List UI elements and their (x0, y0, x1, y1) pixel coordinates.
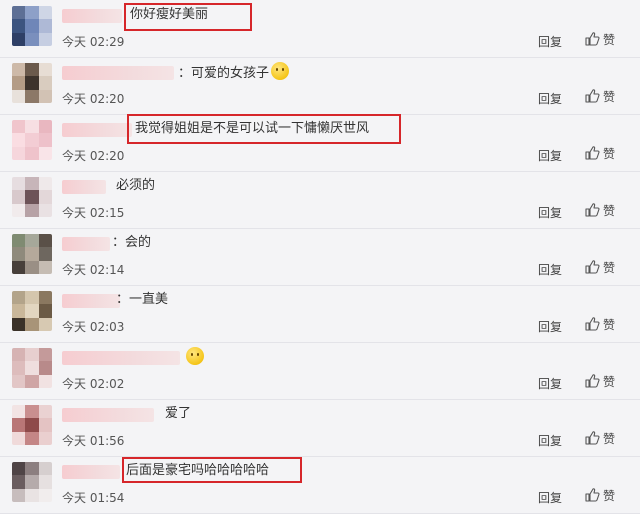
thumbs-up-icon (585, 317, 600, 331)
reply-button[interactable]: 回复 (538, 147, 562, 164)
comment-timestamp: 今天 02:03 (62, 320, 125, 334)
comment-text: 爱了 (165, 404, 191, 424)
avatar[interactable] (12, 234, 52, 274)
like-label: 赞 (603, 317, 616, 332)
reply-button[interactable]: 回复 (538, 432, 562, 449)
comment-text-content: 后面是豪宅吗哈哈哈哈哈 (126, 463, 270, 478)
comment-text-content: ：可爱的女孩子 (178, 66, 270, 81)
comment-row: 必须的今天 02:15 回复 赞 (0, 171, 640, 229)
avatar[interactable] (12, 348, 52, 388)
thumbs-up-icon (585, 32, 600, 46)
blurred-username[interactable] (62, 294, 120, 308)
blurred-username[interactable] (62, 9, 122, 23)
avatar[interactable] (12, 120, 52, 160)
thumbs-up-icon (585, 374, 600, 388)
like-button[interactable]: 赞 (584, 485, 615, 505)
thumbs-up-icon (585, 260, 600, 274)
comment-timestamp: 今天 01:56 (62, 434, 125, 448)
comment-list: 你好瘦好美丽 今天 02:29 回复赞：可爱的女孩子 今天 02:20 回复赞我觉得姐姐… (0, 0, 640, 514)
blurred-username[interactable] (62, 408, 154, 422)
comment-text: ：可爱的女孩子 (178, 62, 290, 84)
avatar[interactable] (12, 405, 52, 445)
thumbs-up-icon (585, 203, 600, 217)
avatar[interactable] (12, 6, 52, 46)
comment-timestamp: 今天 02:02 (62, 377, 125, 391)
thumbs-up-icon (585, 146, 600, 160)
comment-text-content: 爱了 (165, 406, 192, 421)
comment-text-content: ：一直美 (116, 292, 169, 307)
comment-row: ：会的今天 02:14 回复 赞 (0, 228, 640, 286)
comment-timestamp: 今天 02:15 (62, 206, 125, 220)
like-button[interactable]: 赞 (584, 86, 615, 106)
like-button[interactable]: 赞 (584, 200, 615, 220)
like-label: 赞 (603, 431, 616, 446)
comment-row: 你好瘦好美丽 今天 02:29 回复 赞 (0, 0, 640, 58)
thumbs-up-icon (585, 431, 600, 445)
reply-button[interactable]: 回复 (538, 318, 562, 335)
comment-text: 你好瘦好美丽 (130, 5, 208, 25)
comment-text (184, 347, 204, 369)
comment-row: 后面是豪宅吗哈哈哈哈哈 今天 01:54 回复 赞 (0, 456, 640, 514)
comment-timestamp: 今天 01:54 (62, 491, 125, 505)
like-button[interactable]: 赞 (584, 314, 615, 334)
comment-row: ：可爱的女孩子今天 02:20 回复 赞 (0, 57, 640, 115)
like-button[interactable]: 赞 (584, 371, 615, 391)
comment-text-content: 必须的 (116, 178, 156, 193)
reply-button[interactable]: 回复 (538, 375, 562, 392)
comment-text: 我觉得姐姐是不是可以试一下慵懒厌世风 (135, 119, 369, 139)
comment-text: ：一直美 (116, 290, 168, 310)
reply-button[interactable]: 回复 (538, 204, 562, 221)
reply-button[interactable]: 回复 (538, 261, 562, 278)
comment-row: 爱了今天 01:56 回复 赞 (0, 399, 640, 457)
reply-button[interactable]: 回复 (538, 489, 562, 506)
smiley-emoji-icon (271, 62, 290, 80)
smiley-emoji-icon (186, 347, 204, 365)
comment-text: 后面是豪宅吗哈哈哈哈哈 (126, 461, 269, 481)
like-button[interactable]: 赞 (584, 143, 615, 163)
like-label: 赞 (603, 32, 616, 47)
like-button[interactable]: 赞 (584, 257, 615, 277)
reply-button[interactable]: 回复 (538, 90, 562, 107)
blurred-username[interactable] (62, 465, 120, 479)
comment-row: 今天 02:02 回复 赞 (0, 342, 640, 400)
comment-text: 必须的 (116, 176, 155, 196)
like-label: 赞 (603, 89, 616, 104)
comment-text-content: 你好瘦好美丽 (130, 7, 209, 22)
comment-text-content: 我觉得姐姐是不是可以试一下慵懒厌世风 (135, 121, 370, 136)
blurred-username[interactable] (62, 123, 132, 137)
thumbs-up-icon (585, 89, 600, 103)
like-button[interactable]: 赞 (584, 29, 615, 49)
comment-timestamp: 今天 02:29 (62, 35, 125, 49)
reply-button[interactable]: 回复 (538, 33, 562, 50)
like-label: 赞 (603, 146, 616, 161)
comment-text-content: ：会的 (112, 235, 152, 250)
like-label: 赞 (603, 488, 616, 503)
blurred-username[interactable] (62, 180, 106, 194)
comment-row: ：一直美今天 02:03 回复 赞 (0, 285, 640, 343)
like-label: 赞 (603, 374, 616, 389)
like-label: 赞 (603, 203, 616, 218)
comment-timestamp: 今天 02:20 (62, 92, 125, 106)
avatar[interactable] (12, 177, 52, 217)
blurred-username[interactable] (62, 66, 174, 80)
avatar[interactable] (12, 291, 52, 331)
comment-timestamp: 今天 02:14 (62, 263, 125, 277)
avatar[interactable] (12, 462, 52, 502)
like-label: 赞 (603, 260, 616, 275)
like-button[interactable]: 赞 (584, 428, 615, 448)
comment-text: ：会的 (112, 233, 151, 253)
comment-timestamp: 今天 02:20 (62, 149, 125, 163)
avatar[interactable] (12, 63, 52, 103)
blurred-username[interactable] (62, 351, 180, 365)
blurred-username[interactable] (62, 237, 110, 251)
comment-row: 我觉得姐姐是不是可以试一下慵懒厌世风 今天 02:20 回复 赞 (0, 114, 640, 172)
thumbs-up-icon (585, 488, 600, 502)
